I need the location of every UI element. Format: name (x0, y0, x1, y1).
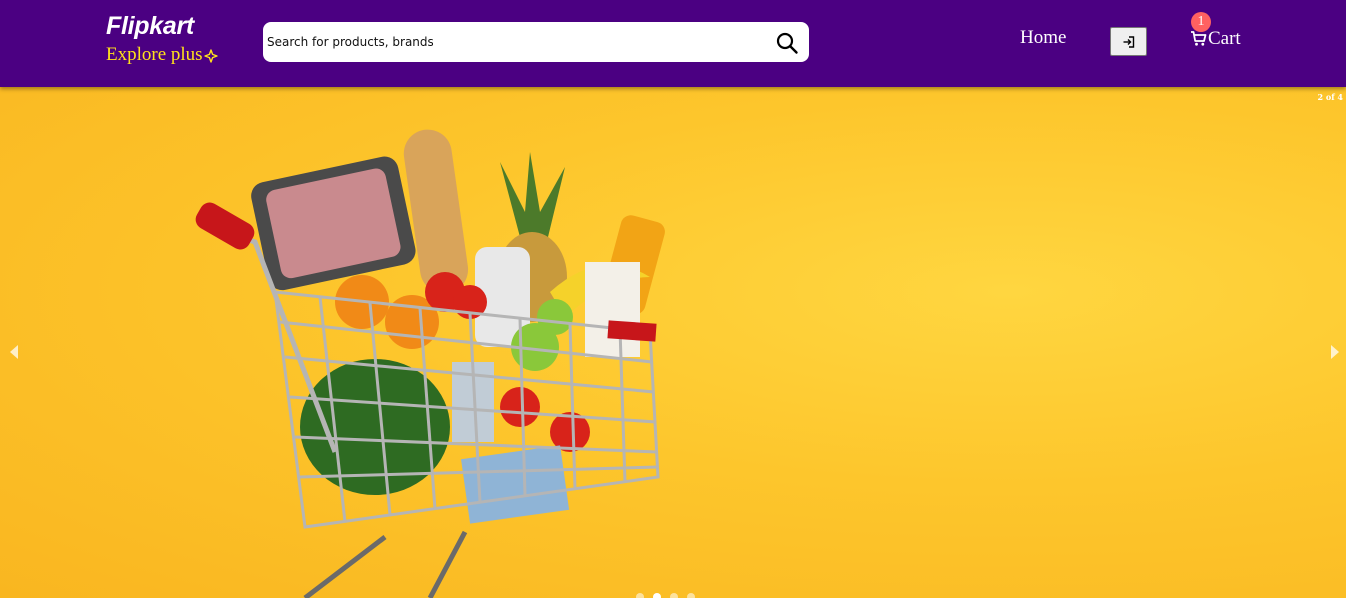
hero-carousel[interactable]: 2 of 4 (0, 87, 1346, 598)
carousel-indicators (636, 593, 695, 598)
arrow-left-icon[interactable] (10, 345, 18, 359)
brand-subtitle: Explore plus (106, 44, 218, 66)
cart-icon (1191, 31, 1207, 46)
shopping-cart-groceries-image (195, 129, 665, 598)
login-icon (1123, 35, 1134, 48)
carousel-dot[interactable] (687, 593, 695, 598)
search-bar (263, 22, 809, 62)
slide-counter: 2 of 4 (1317, 92, 1343, 102)
plus-star-icon (203, 48, 218, 63)
arrow-right-icon[interactable] (1331, 345, 1339, 359)
login-button[interactable] (1110, 27, 1147, 56)
search-input[interactable] (267, 32, 433, 52)
cart-label: Cart (1208, 28, 1241, 49)
navbar: Flipkart Explore plus Home Cart 1 (0, 0, 1346, 87)
carousel-dot[interactable] (670, 593, 678, 598)
carousel-dot[interactable] (636, 593, 644, 598)
brand-title: Flipkart (106, 12, 194, 40)
cart-count-badge: 1 (1191, 12, 1211, 32)
search-icon[interactable] (775, 31, 799, 55)
brand-logo[interactable]: Flipkart Explore plus (106, 12, 218, 66)
home-link[interactable]: Home (1020, 27, 1066, 49)
explore-plus-text: Explore plus (106, 44, 203, 65)
carousel-dot[interactable] (653, 593, 661, 598)
